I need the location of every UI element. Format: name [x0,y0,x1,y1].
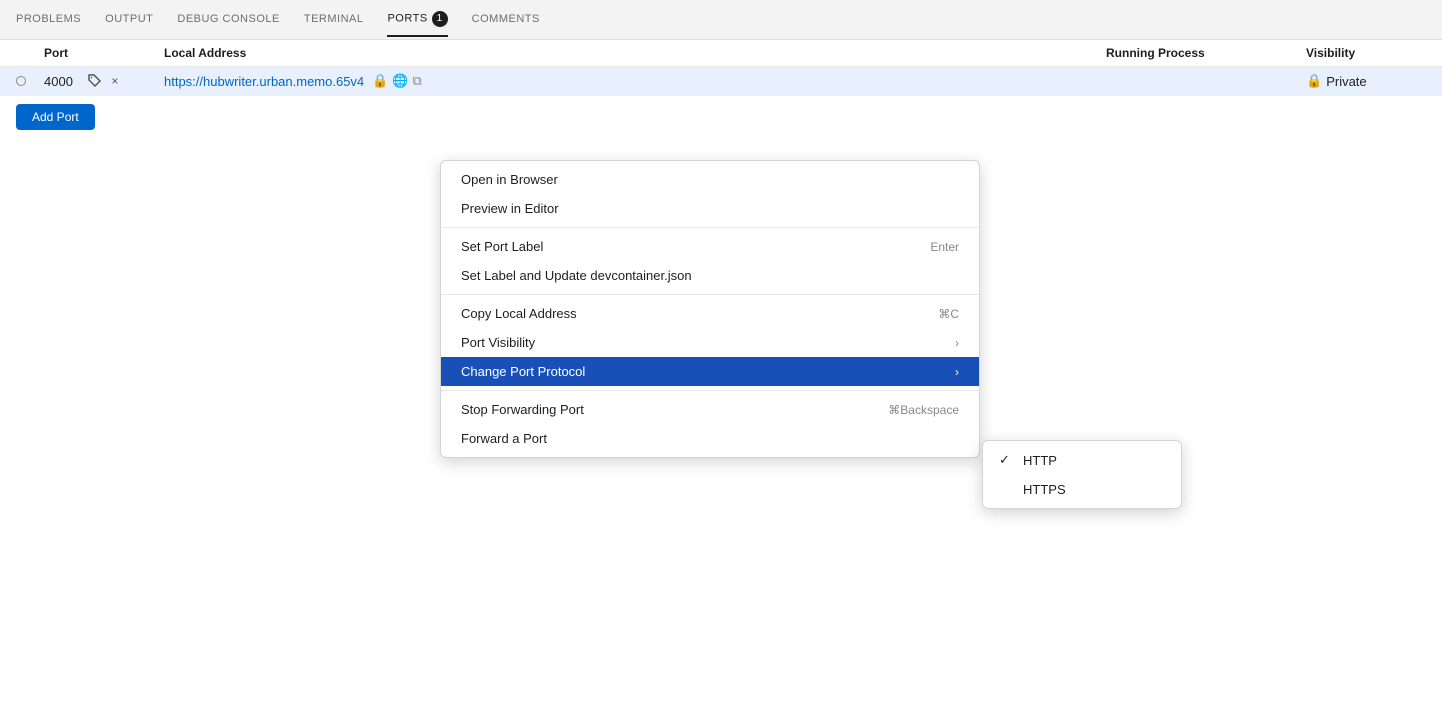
tag-icon[interactable] [87,73,103,89]
menu-label-forward-port: Forward a Port [461,431,547,446]
menu-item-port-visibility[interactable]: Port Visibility › [441,328,979,357]
menu-label-change-port-protocol: Change Port Protocol [461,364,585,379]
menu-shortcut-stop-forwarding: ⌘Backspace [888,403,959,417]
menu-label-set-port-label: Set Port Label [461,239,543,254]
tab-badge-ports: 1 [432,11,448,27]
menu-label-preview-editor: Preview in Editor [461,201,559,216]
submenu-label-https: HTTPS [1023,482,1066,497]
add-port-button[interactable]: Add Port [16,104,95,130]
menu-item-set-port-label[interactable]: Set Port Label Enter [441,232,979,261]
check-icon-http: ✓ [999,452,1015,468]
lock-icon: 🔒 [1306,73,1322,89]
lock-small-icon: 🔒 [372,73,388,89]
col-header-visibility: Visibility [1306,46,1426,60]
submenu-item-http[interactable]: ✓ HTTP [983,445,1181,475]
tab-bar: PROBLEMS OUTPUT DEBUG CONSOLE TERMINAL PORTS… [0,0,1442,40]
submenu-change-protocol: ✓ HTTP HTTPS [982,440,1182,509]
close-icon[interactable]: × [107,73,123,89]
menu-label-copy-local-address: Copy Local Address [461,306,577,321]
local-address: https://hubwriter.urban.memo.65v4 🔒 🌐 ⧉ [164,73,1106,89]
tab-terminal[interactable]: TERMINAL [304,5,364,35]
menu-label-open-browser: Open in Browser [461,172,558,187]
col-header-running: Running Process [1106,46,1306,60]
submenu-item-https[interactable]: HTTPS [983,475,1181,504]
menu-item-stop-forwarding[interactable]: Stop Forwarding Port ⌘Backspace [441,395,979,424]
divider3 [441,390,979,391]
tab-ports[interactable]: PORTS1 [387,3,447,37]
menu-item-open-browser[interactable]: Open in Browser [441,165,979,194]
main-panel: Port Local Address Running Process Visib… [0,40,1442,714]
copy-icon: ⧉ [413,73,422,89]
menu-item-copy-local-address[interactable]: Copy Local Address ⌘C [441,299,979,328]
menu-shortcut-copy-local-address: ⌘C [938,307,959,321]
context-menu: Open in Browser Preview in Editor Set Port… [440,160,980,458]
menu-arrow-port-visibility: › [955,336,959,350]
col-header-local: Local Address [164,46,1106,60]
menu-item-change-port-protocol[interactable]: Change Port Protocol › [441,357,979,386]
table-row: 4000 × https://hubwriter.urban.memo.65v4… [0,67,1442,96]
add-port-row: Add Port [0,96,1442,138]
menu-label-set-label-update: Set Label and Update devcontainer.json [461,268,692,283]
tab-output[interactable]: OUTPUT [105,5,153,35]
tab-debug-console[interactable]: DEBUG CONSOLE [177,5,279,35]
menu-item-set-label-update[interactable]: Set Label and Update devcontainer.json [441,261,979,290]
col-header-port: Port [44,46,164,60]
menu-label-port-visibility: Port Visibility [461,335,535,350]
divider2 [441,294,979,295]
submenu-label-http: HTTP [1023,453,1057,468]
menu-item-forward-port[interactable]: Forward a Port [441,424,979,453]
globe-icon: 🌐 [392,73,408,89]
menu-arrow-change-port-protocol: › [955,365,959,379]
divider1 [441,227,979,228]
port-number: 4000 × [44,73,164,89]
menu-label-stop-forwarding: Stop Forwarding Port [461,402,584,417]
tab-comments[interactable]: COMMENTS [472,5,540,35]
menu-item-preview-editor[interactable]: Preview in Editor [441,194,979,223]
menu-shortcut-set-port-label: Enter [930,240,959,254]
tab-problems[interactable]: PROBLEMS [16,5,81,35]
visibility-cell: 🔒 Private [1306,73,1426,89]
table-header: Port Local Address Running Process Visib… [0,40,1442,67]
port-status-circle [16,76,26,86]
